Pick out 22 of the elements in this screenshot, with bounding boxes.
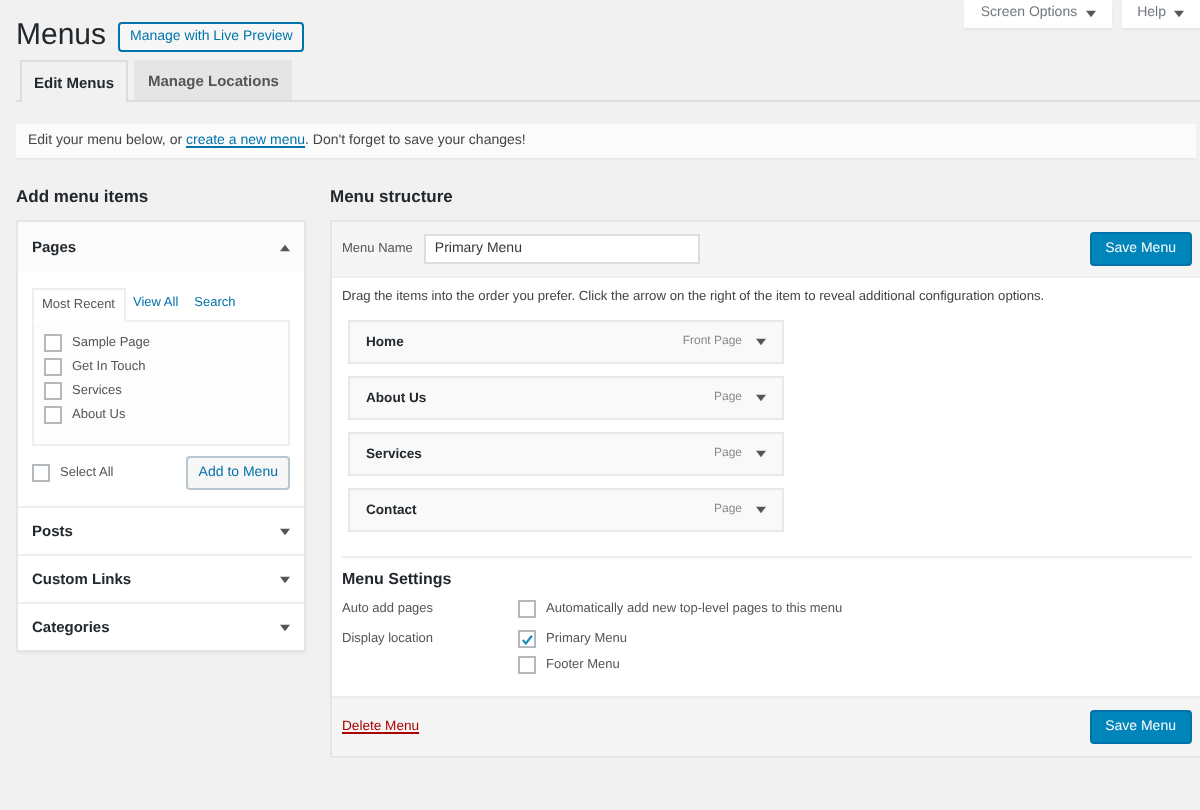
caret-icon: [756, 394, 766, 402]
checkbox[interactable]: [44, 406, 62, 424]
caret-icon: [280, 623, 290, 631]
caret-icon: [1174, 9, 1184, 17]
checkbox[interactable]: [44, 382, 62, 400]
checkbox[interactable]: [518, 656, 536, 674]
caret-icon: [1085, 9, 1096, 17]
checkbox[interactable]: [32, 464, 50, 482]
checkbox[interactable]: [44, 334, 62, 352]
settings-heading: Menu Settings: [342, 570, 454, 588]
caret-icon: [280, 527, 290, 535]
caret-icon: [756, 506, 766, 514]
caret-icon: [280, 243, 290, 251]
caret-icon: [756, 338, 766, 346]
caret-icon: [280, 575, 290, 583]
page-title: Menus: [16, 18, 107, 54]
checkbox[interactable]: [44, 358, 62, 376]
caret-icon: [756, 450, 766, 458]
checkbox[interactable]: [518, 600, 536, 618]
checkbox[interactable]: [518, 630, 536, 648]
section-heading: Add menu items: [16, 184, 151, 208]
section-heading: Menu structure: [330, 184, 455, 208]
